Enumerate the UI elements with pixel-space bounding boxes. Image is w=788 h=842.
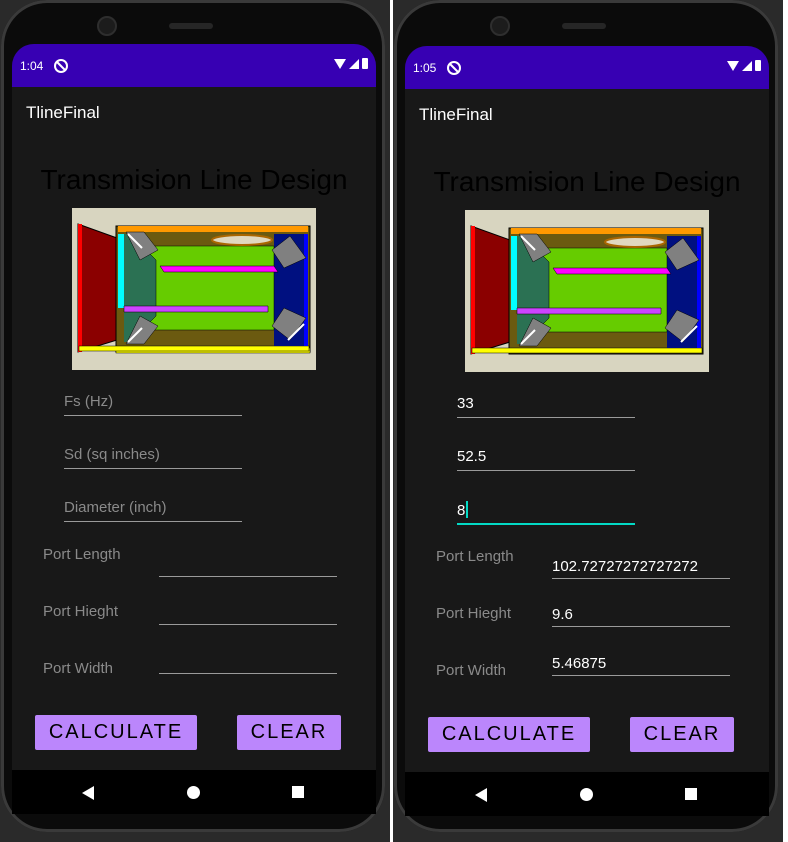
navigation-bar [12,770,376,814]
fs-input[interactable]: 33 [457,395,635,418]
port-height-output [159,604,337,625]
page-heading: Transmision Line Design [40,164,348,195]
back-icon[interactable] [475,788,487,802]
home-icon[interactable] [580,788,593,801]
enclosure-diagram [465,210,709,372]
port-height-label: Port Hieght [436,605,512,622]
phone-frame: 1:04 TlineFinal Transmision Line Design [1,0,385,832]
app-screen: 1:04 TlineFinal Transmision Line Design [12,44,376,814]
phone-frame: 1:05 TlineFinal Transmision Line Design [394,0,778,832]
dnd-icon [54,59,68,73]
calculate-button[interactable]: CALCULATE [35,715,197,750]
calculate-button[interactable]: CALCULATE [428,717,590,752]
diameter-placeholder: Diameter (inch) [64,499,167,516]
app-title: TlineFinal [26,103,100,122]
diameter-value: 8 [457,502,466,519]
phone-left: 1:04 TlineFinal Transmision Line Design [0,0,390,842]
diameter-input[interactable]: Diameter (inch) [64,499,242,522]
port-length-output [159,556,337,577]
home-icon[interactable] [187,786,200,799]
battery-icon [362,58,368,69]
port-width-output: 5.46875 [552,655,730,676]
fs-value: 33 [457,395,474,412]
app-title: TlineFinal [419,105,493,124]
port-width-label: Port Width [43,660,114,677]
battery-icon [755,60,761,71]
status-bar: 1:05 [405,46,769,89]
wifi-icon [727,60,739,71]
wifi-icon [334,58,346,69]
recents-icon[interactable] [292,786,304,798]
back-icon[interactable] [82,786,94,800]
status-time: 1:05 [413,61,437,75]
earpiece-speaker [169,23,213,29]
recents-icon[interactable] [685,788,697,800]
navigation-bar [405,772,769,816]
earpiece-speaker [562,23,606,29]
app-bar: TlineFinal [12,87,376,137]
port-width-output [159,653,337,674]
cell-signal-icon [349,58,359,69]
port-length-output: 102.72727272727272 [552,558,730,579]
sd-value: 52.5 [457,448,487,465]
clear-button[interactable]: CLEAR [237,715,341,750]
diameter-input[interactable]: 8 [457,501,635,525]
front-camera [490,16,510,36]
app-screen: 1:05 TlineFinal Transmision Line Design [405,46,769,816]
port-height-label: Port Hieght [43,603,119,620]
port-length-label: Port Length [436,548,514,565]
clear-button[interactable]: CLEAR [630,717,734,752]
text-cursor [466,501,469,518]
app-bar: TlineFinal [405,89,769,139]
sd-placeholder: Sd (sq inches) [64,446,160,463]
status-bar: 1:04 [12,44,376,87]
fs-placeholder: Fs (Hz) [64,393,114,410]
status-time: 1:04 [20,59,44,73]
enclosure-diagram [72,208,316,370]
dnd-icon [447,61,461,75]
fs-input[interactable]: Fs (Hz) [64,393,242,416]
port-width-label: Port Width [436,662,507,679]
sd-input[interactable]: 52.5 [457,448,635,471]
phone-right: 1:05 TlineFinal Transmision Line Design [393,0,783,842]
page-heading: Transmision Line Design [433,166,741,197]
port-length-label: Port Length [43,546,121,563]
cell-signal-icon [742,60,752,71]
port-height-output: 9.6 [552,606,730,627]
front-camera [97,16,117,36]
sd-input[interactable]: Sd (sq inches) [64,446,242,469]
